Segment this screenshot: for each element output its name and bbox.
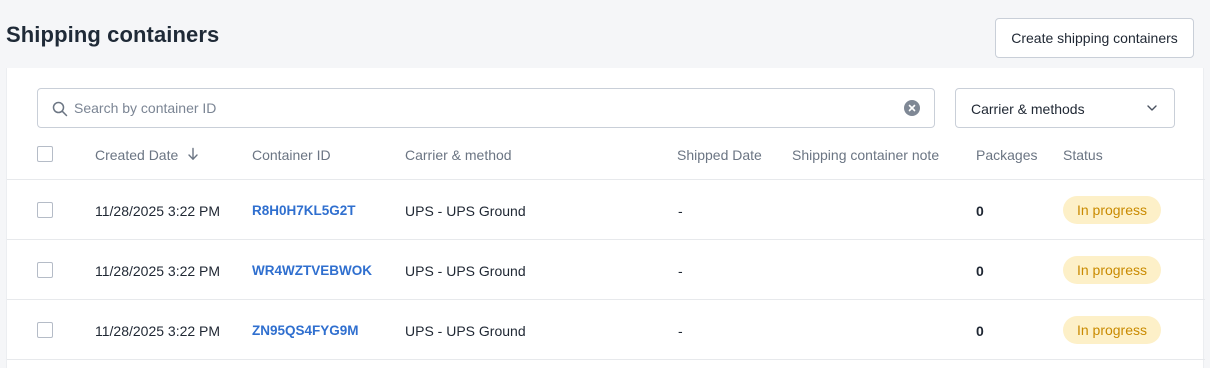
container-id-link[interactable]: R8H0H7KL5G2T	[252, 203, 356, 218]
created-date-cell: 11/28/2025 3:22 PM	[95, 203, 221, 219]
search-icon	[52, 101, 68, 117]
column-header-status: Status	[1063, 147, 1103, 163]
status-badge: In progress	[1063, 256, 1161, 284]
table-row: 11/28/2025 3:22 PM WR4WZTVEBWOK UPS - UP…	[7, 239, 1205, 299]
table-row: 11/28/2025 3:22 PM R8H0H7KL5G2T UPS - UP…	[7, 179, 1205, 239]
column-header-created-date[interactable]: Created Date	[95, 147, 178, 163]
close-icon	[908, 104, 916, 112]
created-date-cell: 11/28/2025 3:22 PM	[95, 263, 221, 279]
column-header-note: Shipping container note	[792, 147, 940, 163]
container-id-link[interactable]: WR4WZTVEBWOK	[252, 263, 372, 278]
shipped-date-cell: -	[678, 323, 683, 339]
page-title: Shipping containers	[6, 22, 220, 47]
packages-cell: 0	[976, 263, 984, 279]
carrier-method-cell: UPS - UPS Ground	[405, 323, 526, 339]
status-badge: In progress	[1063, 316, 1161, 344]
status-badge: In progress	[1063, 196, 1161, 224]
carrier-method-cell: UPS - UPS Ground	[405, 263, 526, 279]
chevron-down-icon	[1147, 105, 1157, 111]
packages-cell: 0	[976, 203, 984, 219]
table-row: 11/28/2025 3:22 PM ZN95QS4FYG9M UPS - UP…	[7, 299, 1205, 359]
row-checkbox[interactable]	[37, 202, 53, 218]
shipped-date-cell: -	[678, 203, 683, 219]
search-input[interactable]	[74, 89, 894, 127]
containers-panel: Carrier & methods Created Date Container…	[6, 68, 1205, 368]
column-header-packages: Packages	[976, 147, 1038, 163]
arrow-down-icon[interactable]	[187, 147, 199, 161]
row-checkbox[interactable]	[37, 322, 53, 338]
column-header-container-id: Container ID	[252, 147, 331, 163]
carrier-methods-select[interactable]: Carrier & methods	[955, 88, 1175, 128]
column-header-carrier-method: Carrier & method	[405, 147, 512, 163]
packages-cell: 0	[976, 323, 984, 339]
carrier-method-cell: UPS - UPS Ground	[405, 203, 526, 219]
clear-search-icon[interactable]	[904, 100, 920, 116]
select-all-checkbox[interactable]	[37, 146, 53, 162]
column-header-shipped-date: Shipped Date	[677, 147, 762, 163]
row-checkbox[interactable]	[37, 262, 53, 278]
shipped-date-cell: -	[678, 263, 683, 279]
container-id-link[interactable]: ZN95QS4FYG9M	[252, 323, 359, 338]
created-date-cell: 11/28/2025 3:22 PM	[95, 323, 221, 339]
carrier-methods-label: Carrier & methods	[971, 101, 1085, 117]
create-shipping-containers-button[interactable]: Create shipping containers	[995, 18, 1194, 58]
search-box[interactable]	[37, 88, 935, 128]
